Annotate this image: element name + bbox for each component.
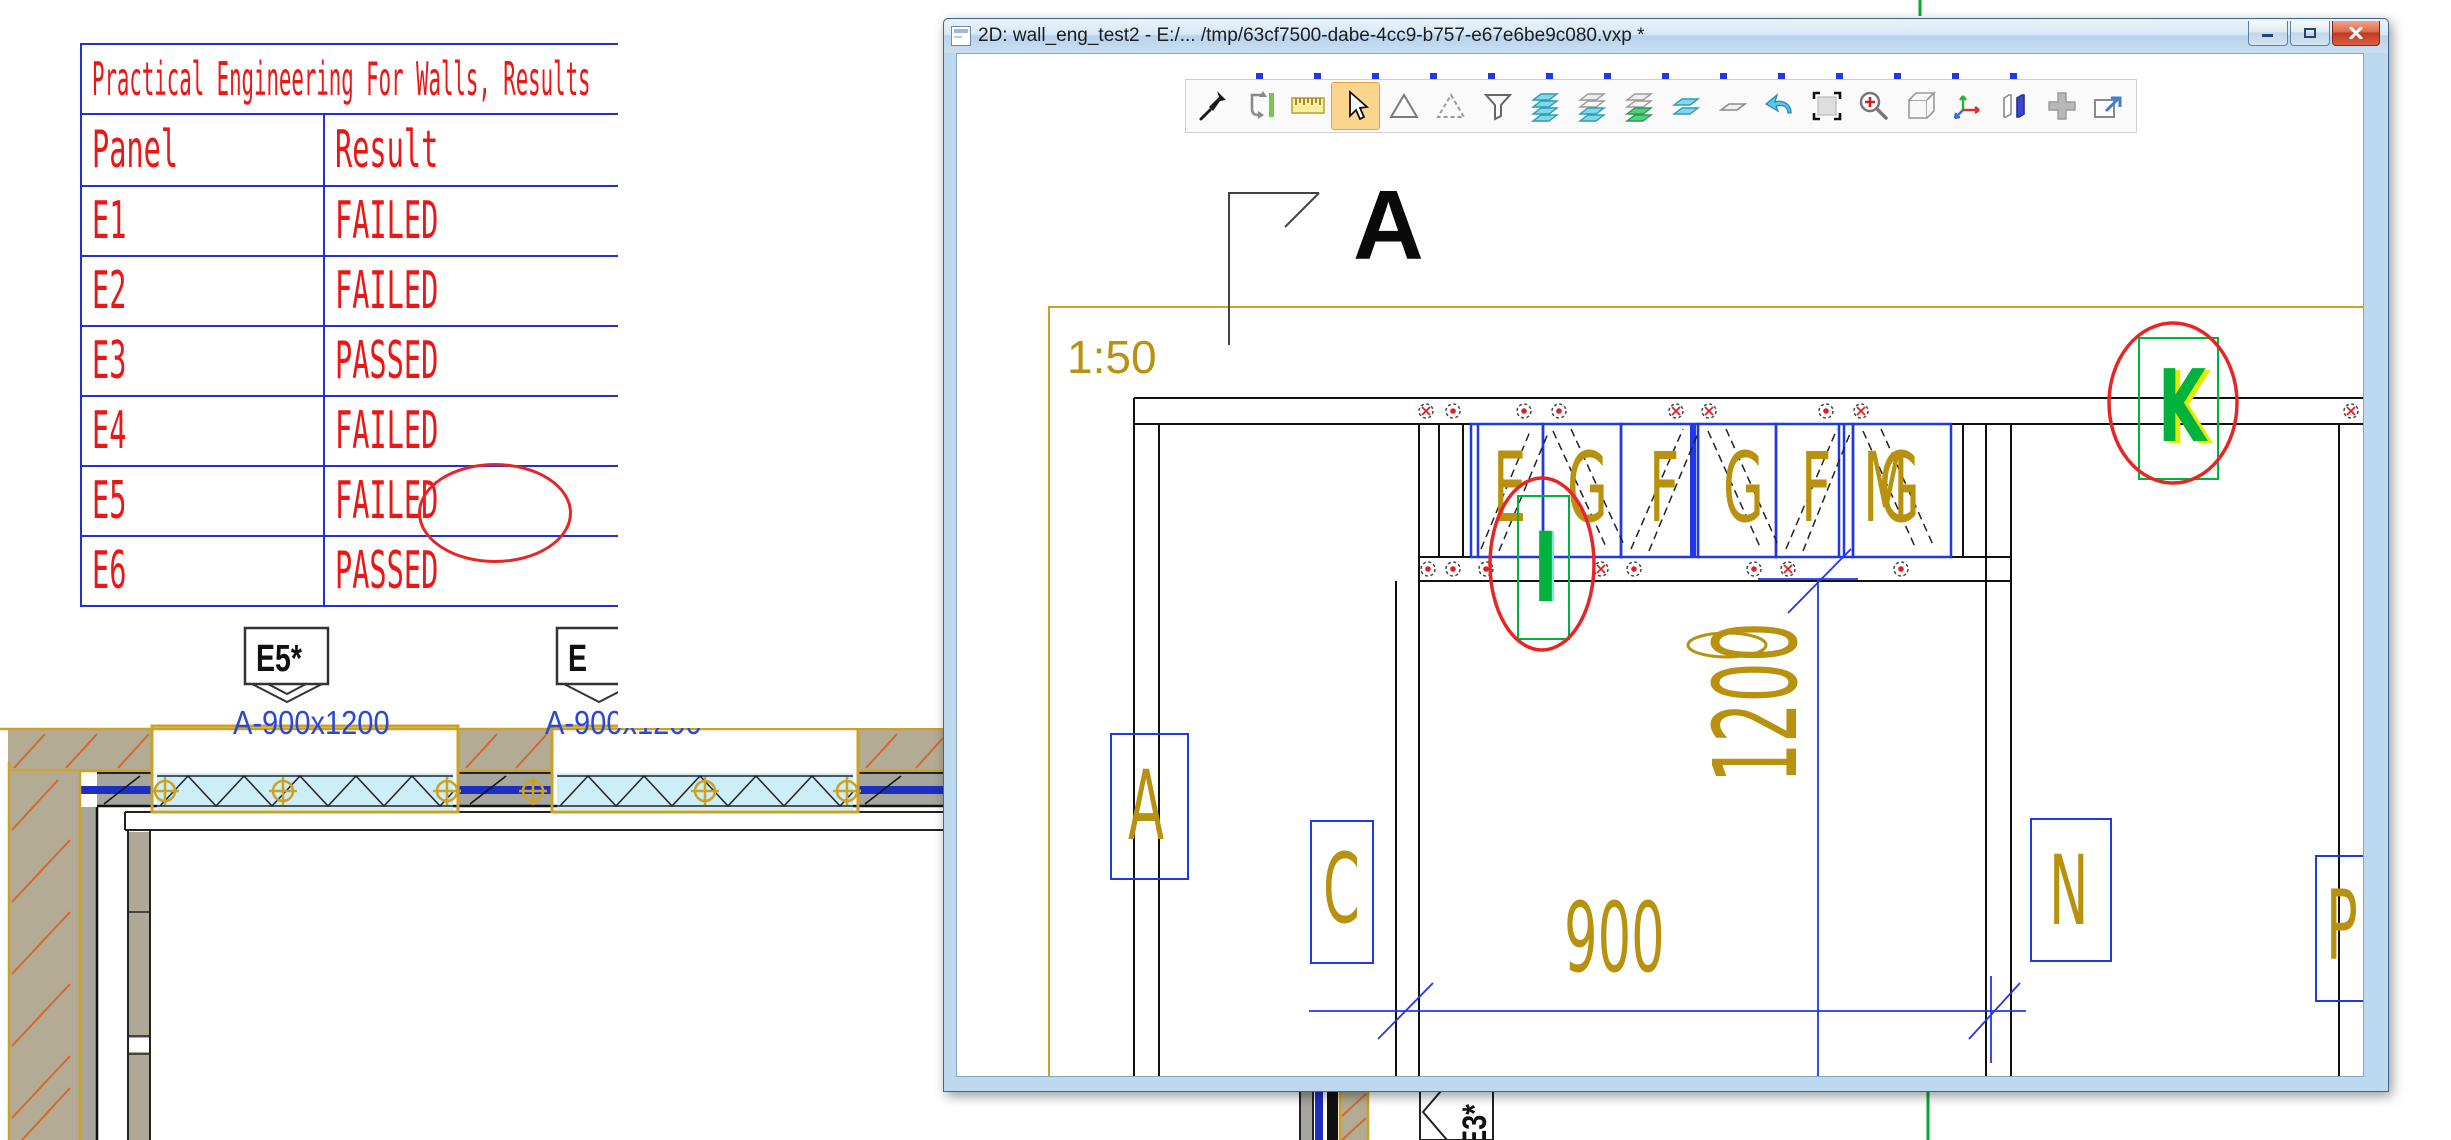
toolbar: [1185, 79, 2137, 133]
polygon-icon[interactable]: [1380, 83, 1427, 129]
svg-text:F: F: [1649, 433, 1679, 545]
window-2d-icon: [951, 26, 971, 46]
svg-text:G: G: [1879, 433, 1920, 545]
window-tag-2-label: E: [568, 638, 587, 680]
titlebar[interactable]: 2D: wall_eng_test2 - E:/... /tmp/63cf750…: [944, 19, 2388, 53]
member-k-label: K: [2158, 348, 2208, 465]
pin-icon[interactable]: [1190, 83, 1237, 129]
elevation-drawing: 1:50 A: [957, 54, 2363, 1076]
select-cursor-icon[interactable]: [1331, 82, 1380, 130]
minimize-button[interactable]: [2248, 21, 2288, 46]
member-a-label: A: [1128, 751, 1164, 863]
white-overlay: [618, 0, 944, 728]
member-p-label: P: [2326, 871, 2358, 983]
section-label: A: [1353, 170, 1424, 280]
member-letters: A C N P: [1128, 751, 2358, 983]
dimensions: 900 1200: [1309, 549, 2026, 1076]
svg-text:G: G: [1723, 433, 1764, 545]
filter-icon[interactable]: [1474, 83, 1521, 129]
member-n-label: N: [2049, 836, 2088, 948]
layers-pair-icon[interactable]: [1662, 83, 1709, 129]
layers-stack-mixed-icon[interactable]: [1568, 83, 1615, 129]
measure-icon[interactable]: [1284, 83, 1331, 129]
member-k-annotation: K K: [2109, 323, 2237, 483]
restore-button[interactable]: [2290, 21, 2330, 46]
solid-box-icon[interactable]: [1897, 83, 1944, 129]
plan-vertical-wall: [9, 762, 150, 1140]
layers-stack-green-icon[interactable]: [1615, 83, 1662, 129]
member-c-label: C: [1323, 834, 1360, 946]
window-title: 2D: wall_eng_test2 - E:/... /tmp/63cf750…: [978, 25, 2240, 47]
layer-flat-icon[interactable]: [1709, 83, 1756, 129]
failed-parts-annotation-circle: [418, 463, 572, 563]
pan-view-icon[interactable]: [1237, 83, 1284, 129]
undo-icon[interactable]: [1756, 83, 1803, 129]
export-view-icon[interactable]: [2085, 83, 2132, 129]
compare-panels-icon[interactable]: [1991, 83, 2038, 129]
zoom-in-icon[interactable]: [1850, 83, 1897, 129]
wall-tag-e3-label: E3*: [1455, 1104, 1494, 1140]
col-header-panel: Panel: [92, 120, 178, 180]
dim-width-label: 900: [1564, 883, 1665, 995]
polygon-dashed-icon[interactable]: [1427, 83, 1474, 129]
cross-icon[interactable]: [2038, 83, 2085, 129]
dim-height-label: 1200: [1689, 622, 1823, 783]
axes-icon[interactable]: [1944, 83, 1991, 129]
results-table-title: Practical Engineering For Walls, Results: [92, 52, 591, 106]
svg-text:E: E: [1493, 433, 1526, 545]
layers-stack-cyan-icon[interactable]: [1521, 83, 1568, 129]
close-button[interactable]: [2332, 21, 2380, 46]
col-header-result: Result: [335, 120, 438, 180]
section-mark: [1229, 193, 1319, 345]
window-tag-1-label: E5*: [256, 638, 303, 680]
svg-text:F: F: [1801, 433, 1831, 545]
window-tag-1: E5*: [245, 628, 328, 702]
cad-window: 2D: wall_eng_test2 - E:/... /tmp/63cf750…: [943, 18, 2389, 1092]
window-size-1-label: A-900x1200: [233, 704, 390, 741]
plan-south-wall: [1300, 1092, 1368, 1140]
svg-text:G: G: [1567, 433, 1608, 545]
desktop: { "results_table": { "title": "Practical…: [0, 0, 2451, 1140]
member-i-label: I: [1533, 512, 1558, 624]
scale-label: 1:50: [1067, 331, 1157, 383]
zoom-window-icon[interactable]: [1803, 83, 1850, 129]
drawing-canvas[interactable]: 1:50 A: [956, 53, 2364, 1077]
